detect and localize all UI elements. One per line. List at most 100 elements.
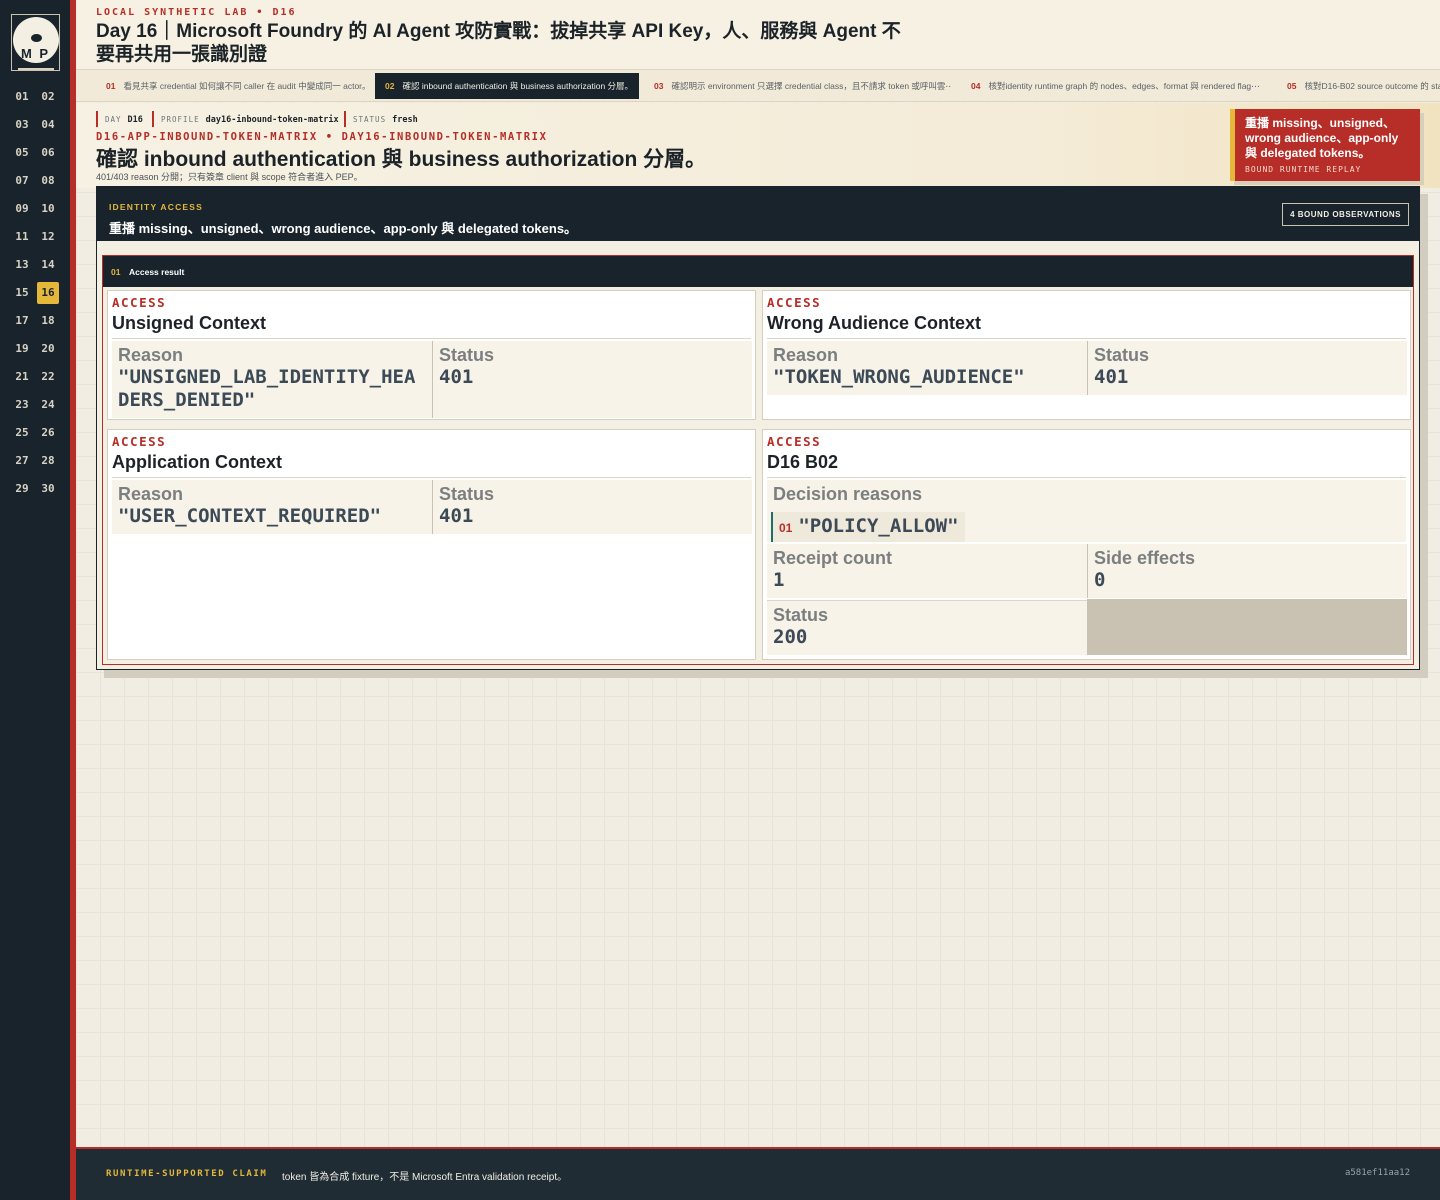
avatar[interactable]: M P <box>11 14 60 71</box>
avatar-underline <box>18 68 54 70</box>
decision-reasons-label: Decision reasons <box>773 484 923 504</box>
day-link-08[interactable]: 08 <box>37 170 59 192</box>
tab-step-02[interactable]: 02 確認 inbound authentication 與 business a… <box>375 73 639 99</box>
avatar-dot <box>31 34 42 42</box>
card-divider <box>112 477 751 478</box>
day-link-22[interactable]: 22 <box>37 366 59 388</box>
day-link-12[interactable]: 12 <box>37 226 59 248</box>
day-link-28[interactable]: 28 <box>37 450 59 472</box>
meta-value: D16 <box>127 115 143 125</box>
day-link-15[interactable]: 15 <box>11 282 33 304</box>
tab-label: 核對D16-B02 source outcome 的 status 與 summ… <box>1304 81 1440 91</box>
day-link-19[interactable]: 19 <box>11 338 33 360</box>
tab-number: 04 <box>971 81 981 91</box>
lab-label: LOCAL SYNTHETIC LAB • D16 <box>96 7 297 18</box>
access-result-number: 01 <box>111 267 121 277</box>
step-title: 確認 inbound authentication 與 business aut… <box>96 148 707 171</box>
day-link-16[interactable]: 16 <box>37 282 59 304</box>
day-link-17[interactable]: 17 <box>11 310 33 332</box>
panel-title: 重播 missing、unsigned、wrong audience、app-o… <box>109 221 578 236</box>
tab-step-04[interactable]: 04 核對identity runtime graph 的 nodes、edges… <box>961 73 1267 99</box>
meta-status: STATUS fresh <box>344 111 418 127</box>
card-title: Wrong Audience Context <box>767 313 982 333</box>
meta-value: day16-inbound-token-matrix <box>205 115 339 125</box>
page-header: LOCAL SYNTHETIC LAB • D16 Day 16｜Microso… <box>76 0 1440 70</box>
access-card-application: ACCESS Application Context Reason "USER_… <box>107 429 756 660</box>
reason-value: "TOKEN_WRONG_AUDIENCE" <box>773 366 1025 388</box>
meta-key: DAY <box>105 115 122 124</box>
decision-reasons-cell: Decision reasons 01 "POLICY_ALLOW" <box>767 480 1406 542</box>
tab-step-03[interactable]: 03 確認明示 environment 只選擇 credential class，… <box>644 73 952 99</box>
reason-cell: Reason "TOKEN_WRONG_AUDIENCE" <box>767 341 1087 395</box>
day-link-07[interactable]: 07 <box>11 170 33 192</box>
meta-key: STATUS <box>353 115 387 124</box>
card-divider <box>112 338 751 339</box>
tab-label: 確認明示 environment 只選擇 credential class，且不… <box>671 81 952 91</box>
replay-badge-subtitle: BOUND RUNTIME REPLAY <box>1245 165 1362 174</box>
replay-badge: 重播 missing、unsigned、wrong audience、app-o… <box>1230 109 1420 181</box>
tab-label: 確認 inbound authentication 與 business aut… <box>402 81 634 91</box>
day-link-29[interactable]: 29 <box>11 478 33 500</box>
step-slug: D16-APP-INBOUND-TOKEN-MATRIX • DAY16-INB… <box>96 131 548 143</box>
access-result-header: 01 Access result <box>103 256 1413 287</box>
day-link-05[interactable]: 05 <box>11 142 33 164</box>
day-link-23[interactable]: 23 <box>11 394 33 416</box>
meta-day: DAY D16 <box>96 111 143 127</box>
access-result-title: Access result <box>129 267 185 277</box>
day-link-03[interactable]: 03 <box>11 114 33 136</box>
decision-reason-item: 01 "POLICY_ALLOW" <box>771 512 965 542</box>
day-link-04[interactable]: 04 <box>37 114 59 136</box>
meta-value: fresh <box>392 115 418 125</box>
claim-text: token 皆為合成 fixture，不是 Microsoft Entra va… <box>282 1172 568 1183</box>
day-link-21[interactable]: 21 <box>11 366 33 388</box>
day-link-26[interactable]: 26 <box>37 422 59 444</box>
side-effects-cell: Side effects 0 <box>1088 544 1407 598</box>
tab-label: 看見共享 credential 如何讓不同 caller 在 audit 中變成… <box>123 81 366 91</box>
panel-header: IDENTITY ACCESS 重播 missing、unsigned、wron… <box>97 187 1419 241</box>
day-link-18[interactable]: 18 <box>37 310 59 332</box>
card-title: Unsigned Context <box>112 313 267 333</box>
card-title: D16 B02 <box>767 452 839 472</box>
day-link-13[interactable]: 13 <box>11 254 33 276</box>
day-link-25[interactable]: 25 <box>11 422 33 444</box>
panel-label: IDENTITY ACCESS <box>109 202 204 212</box>
card-divider <box>767 477 1406 478</box>
status-cell: Status 401 <box>433 341 752 418</box>
card-label: ACCESS <box>112 295 167 310</box>
day-link-24[interactable]: 24 <box>37 394 59 416</box>
access-card-unsigned: ACCESS Unsigned Context Reason "UNSIGNED… <box>107 290 756 420</box>
tab-number: 01 <box>106 81 116 91</box>
status-value: 200 <box>773 626 808 648</box>
day-link-30[interactable]: 30 <box>37 478 59 500</box>
card-label: ACCESS <box>767 434 822 449</box>
reason-label: Reason <box>118 484 184 504</box>
status-label: Status <box>439 484 495 504</box>
day-link-27[interactable]: 27 <box>11 450 33 472</box>
day-link-01[interactable]: 01 <box>11 86 33 108</box>
main-area: LOCAL SYNTHETIC LAB • D16 Day 16｜Microso… <box>76 0 1440 1200</box>
meta-key: PROFILE <box>161 115 200 124</box>
status-label: Status <box>439 345 495 365</box>
day-link-06[interactable]: 06 <box>37 142 59 164</box>
day-link-20[interactable]: 20 <box>37 338 59 360</box>
receipt-count-cell: Receipt count 1 <box>767 544 1087 598</box>
day-link-02[interactable]: 02 <box>37 86 59 108</box>
card-title: Application Context <box>112 452 282 472</box>
day-link-10[interactable]: 10 <box>37 198 59 220</box>
day-link-09[interactable]: 09 <box>11 198 33 220</box>
status-label: Status <box>1094 345 1150 365</box>
tab-step-01[interactable]: 01 看見共享 credential 如何讓不同 caller 在 audit 中… <box>96 73 366 99</box>
tab-step-05[interactable]: 05 核對D16-B02 source outcome 的 status 與 su… <box>1277 73 1440 99</box>
access-result: 01 Access result ACCESS Unsigned Context… <box>102 255 1414 665</box>
decision-reason-value: "POLICY_ALLOW" <box>798 515 959 537</box>
build-hash: a581ef11aa12 <box>1344 1168 1410 1178</box>
reason-value: "USER_CONTEXT_REQUIRED" <box>118 505 382 527</box>
day-link-11[interactable]: 11 <box>11 226 33 248</box>
meta-profile: PROFILE day16-inbound-token-matrix <box>152 111 339 127</box>
reason-value: "UNSIGNED_LAB_IDENTITY_HEADERS_DENIED" <box>118 366 416 411</box>
status-value: 401 <box>439 505 474 527</box>
status-value: 401 <box>1094 366 1129 388</box>
access-card-wrong-audience: ACCESS Wrong Audience Context Reason "TO… <box>762 290 1411 420</box>
claim-footer: RUNTIME-SUPPORTED CLAIM token 皆為合成 fixtu… <box>76 1147 1440 1200</box>
day-link-14[interactable]: 14 <box>37 254 59 276</box>
